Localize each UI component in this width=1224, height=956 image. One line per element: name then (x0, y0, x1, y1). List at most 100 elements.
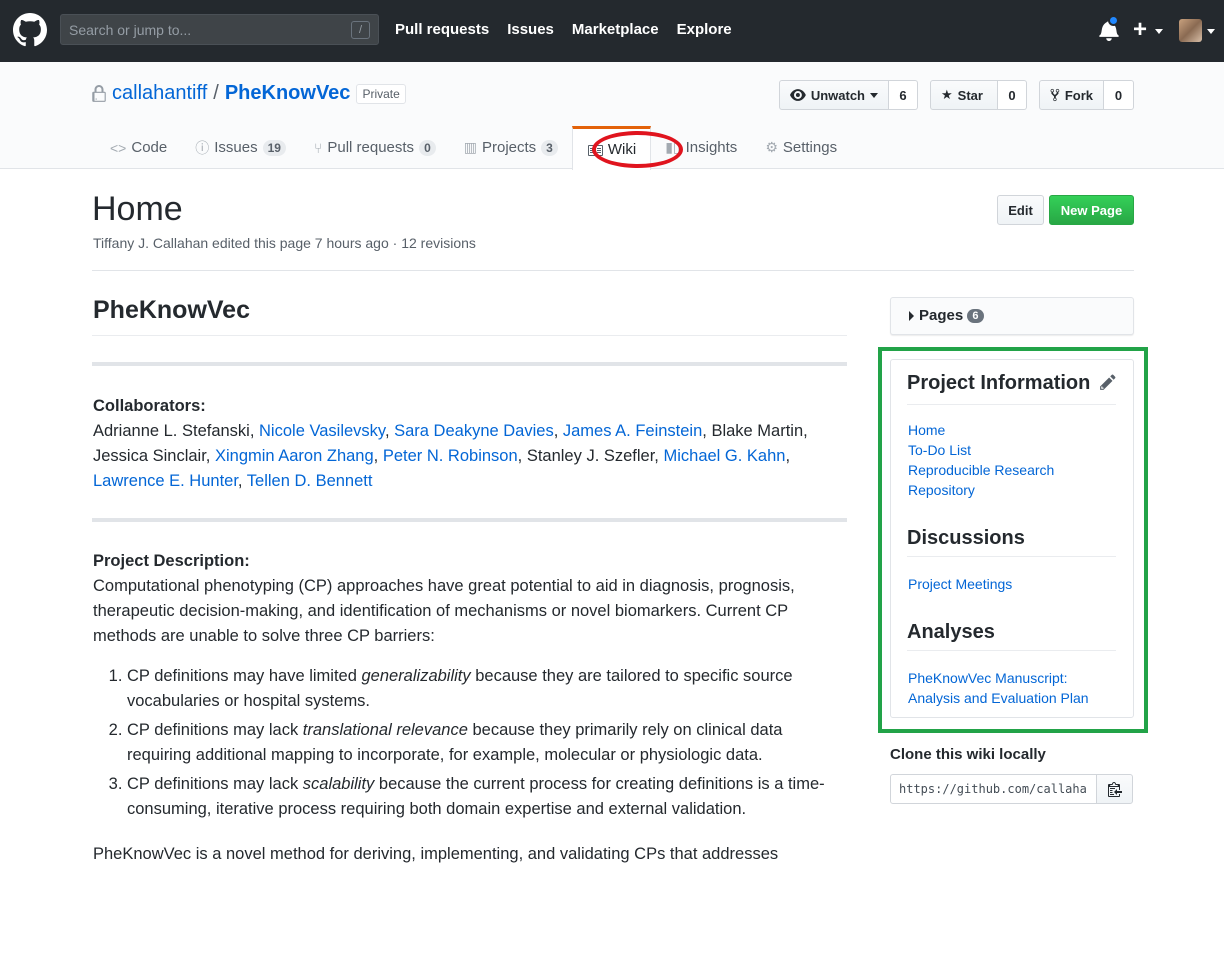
create-caret-icon[interactable] (1155, 29, 1163, 34)
wiki-tab-annotation-oval (592, 131, 683, 168)
barriers-list: CP definitions may have limited generali… (93, 664, 838, 826)
heading-underline (92, 335, 847, 336)
section-divider (907, 556, 1116, 557)
collaborator-link[interactable]: Sara Deakyne Davies (394, 422, 554, 440)
eye-icon (790, 89, 806, 101)
tab-settings-label: Settings (782, 139, 838, 156)
pull-requests-count: 0 (419, 139, 436, 156)
horizontal-rule (92, 362, 847, 366)
repo-tabs: <> Code ⓘ Issues 19 ⑂ Pull requests 0 ▥ … (96, 126, 851, 170)
nav-marketplace[interactable]: Marketplace (572, 21, 659, 38)
star-count[interactable]: 0 (998, 80, 1027, 110)
sidebar-link-home[interactable]: Home (908, 422, 945, 438)
horizontal-rule (92, 518, 847, 522)
issues-count: 19 (262, 139, 286, 156)
star-group: ★ Star 0 (930, 80, 1027, 110)
discussions-heading: Discussions (907, 527, 1025, 549)
tab-pull-requests[interactable]: ⑂ Pull requests 0 (300, 126, 450, 169)
repo-path-separator: / (213, 82, 219, 104)
tab-issues-label: Issues (214, 139, 258, 156)
search-placeholder: Search or jump to... (69, 22, 192, 38)
sidebar-link-reproducible-research[interactable]: Reproducible Research (908, 462, 1054, 478)
fork-group: Fork 0 (1039, 80, 1134, 110)
pages-count: 6 (967, 309, 984, 323)
watch-count[interactable]: 6 (889, 80, 918, 110)
issue-icon: ⓘ (195, 139, 210, 156)
collaborator-link[interactable]: Nicole Vasilevsky (259, 422, 385, 440)
page-title: Home (92, 190, 183, 228)
tab-projects[interactable]: ▥ Projects 3 (450, 126, 572, 169)
search-shortcut-badge: / (351, 21, 370, 39)
collaborator-text: , (373, 447, 383, 465)
edit-button[interactable]: Edit (997, 195, 1044, 225)
collaborator-link[interactable]: Lawrence E. Hunter (93, 472, 238, 490)
sidebar-link-project-meetings[interactable]: Project Meetings (908, 576, 1012, 592)
global-header: Search or jump to... / Pull requests Iss… (0, 0, 1224, 62)
collaborator-link[interactable]: James A. Feinstein (563, 422, 702, 440)
collaborator-link[interactable]: Xingmin Aaron Zhang (215, 447, 374, 465)
user-avatar[interactable] (1179, 19, 1202, 42)
collaborators-list: Adrianne L. Stefanski, Nicole Vasilevsky… (93, 422, 808, 490)
tab-code[interactable]: <> Code (96, 126, 181, 169)
avatar-caret-icon[interactable] (1207, 29, 1215, 34)
unwatch-label: Unwatch (810, 87, 865, 103)
fork-label: Fork (1064, 87, 1093, 103)
description-text: Computational phenotyping (CP) approache… (93, 577, 795, 645)
tab-pull-requests-label: Pull requests (327, 139, 415, 156)
project-icon: ▥ (463, 139, 477, 155)
closing-paragraph: PheKnowVec is a novel method for derivin… (93, 845, 779, 863)
repo-owner-link[interactable]: callahantiff (112, 82, 207, 105)
collaborator-text: , Stanley J. Szefler, (517, 447, 664, 465)
projects-count: 3 (541, 139, 558, 156)
page-revision-meta: Tiffany J. Callahan edited this page 7 h… (93, 235, 476, 251)
fork-button[interactable]: Fork (1039, 80, 1104, 110)
star-icon: ★ (941, 87, 953, 102)
search-input[interactable]: Search or jump to... / (60, 14, 379, 45)
repo-title: callahantiff / PheKnowVec Private (92, 82, 406, 105)
section-divider (907, 404, 1116, 405)
pages-toggle[interactable]: Pages 6 (890, 297, 1134, 335)
nav-issues[interactable]: Issues (507, 21, 554, 38)
tab-code-label: Code (131, 139, 168, 156)
description-section: Project Description: Computational pheno… (93, 549, 838, 649)
triangle-right-icon (909, 311, 914, 321)
list-item: CP definitions may lack translational re… (127, 718, 838, 768)
star-button[interactable]: ★ Star (930, 80, 998, 110)
section-divider (907, 650, 1116, 651)
collaborator-link[interactable]: Michael G. Kahn (663, 447, 785, 465)
clone-url-input[interactable] (890, 774, 1097, 804)
unwatch-button[interactable]: Unwatch (779, 80, 889, 110)
fork-count[interactable]: 0 (1104, 80, 1134, 110)
new-page-button[interactable]: New Page (1049, 195, 1134, 225)
tab-issues[interactable]: ⓘ Issues 19 (181, 126, 300, 169)
clipboard-icon (1107, 782, 1122, 797)
tab-insights-label: Insights (685, 139, 738, 156)
sidebar-link-manuscript[interactable]: PheKnowVec Manuscript: (908, 670, 1068, 686)
collaborator-text: , (237, 472, 247, 490)
sidebar-link-repository[interactable]: Repository (908, 482, 975, 498)
tab-settings[interactable]: ⚙ Settings (751, 126, 851, 169)
pages-label: Pages 6 (919, 307, 984, 324)
create-new-icon[interactable]: + (1133, 16, 1147, 44)
github-logo-icon[interactable] (13, 13, 47, 47)
list-item: CP definitions may have limited generali… (127, 664, 838, 714)
nav-explore[interactable]: Explore (677, 21, 732, 38)
collaborator-text: , (785, 447, 791, 465)
collaborators-label: Collaborators: (93, 397, 206, 415)
list-item: CP definitions may lack scalability beca… (127, 772, 838, 822)
collaborator-link[interactable]: Peter N. Robinson (383, 447, 518, 465)
analyses-heading: Analyses (907, 621, 995, 643)
lock-icon (92, 84, 106, 102)
collaborator-link[interactable]: Tellen D. Bennett (247, 472, 373, 490)
nav-pull-requests[interactable]: Pull requests (395, 21, 489, 38)
copy-clipboard-button[interactable] (1096, 774, 1133, 804)
pencil-icon[interactable] (1099, 373, 1117, 391)
sidebar-link-analysis-plan[interactable]: Analysis and Evaluation Plan (908, 690, 1089, 706)
collaborator-text: Adrianne L. Stefanski, (93, 422, 260, 440)
watch-group: Unwatch 6 (779, 80, 918, 110)
repo-name-link[interactable]: PheKnowVec (225, 82, 351, 105)
collaborators-section: Collaborators: Adrianne L. Stefanski, Ni… (93, 394, 838, 494)
sidebar-link-todo-list[interactable]: To-Do List (908, 442, 971, 458)
content-heading: PheKnowVec (93, 296, 250, 324)
gear-icon: ⚙ (765, 139, 778, 155)
